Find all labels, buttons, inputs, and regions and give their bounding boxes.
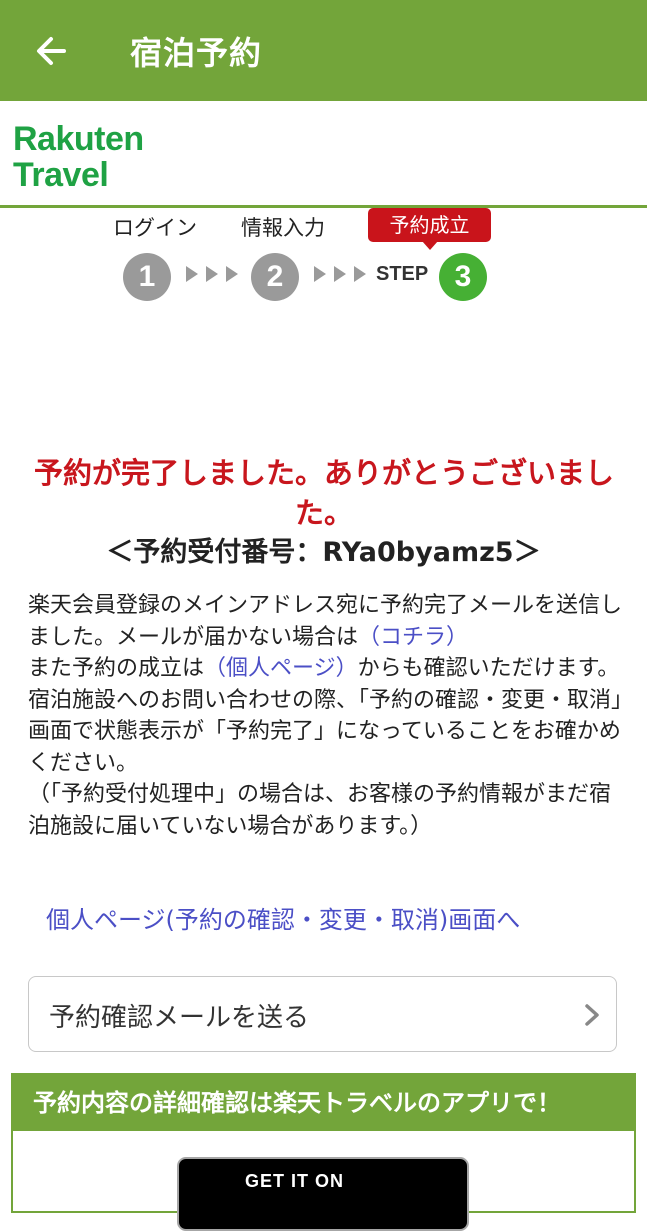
info-text-part: 宿泊施設へのお問い合わせの際、「予約の確認・変更・取消」画面で状態表示が「予約完… xyxy=(28,687,623,776)
mypage-reservation-link[interactable]: 個人ページ(予約の確認・変更・取消)画面へ xyxy=(46,900,520,935)
step-2-circle: 2 xyxy=(251,253,299,301)
step-arrows-icon xyxy=(186,266,238,282)
kochira-link[interactable]: （コチラ） xyxy=(358,625,468,650)
step-1-circle: 1 xyxy=(123,253,171,301)
info-text-part: 楽天会員登録のメインアドレス宛に予約完了メールを送信しました。メールが届かない場… xyxy=(28,593,623,650)
info-text-part: からも確認いただけます。 xyxy=(357,656,620,681)
app-promo-header: 予約内容の詳細確認は楽天トラベルのアプリで！ xyxy=(13,1075,634,1131)
info-text-part: また予約の成立は xyxy=(28,656,205,681)
rakuten-travel-logo: Rakuten Travel xyxy=(13,121,144,193)
play-badge-text: GET IT ON xyxy=(245,1171,344,1191)
reservation-number: ＜予約受付番号：RYa0byamz5＞ xyxy=(106,537,541,568)
google-play-badge[interactable]: GET IT ON xyxy=(177,1157,469,1231)
mypage-inline-link[interactable]: （個人ページ） xyxy=(204,656,358,681)
app-promo-box: 予約内容の詳細確認は楽天トラベルのアプリで！ GET IT ON xyxy=(11,1073,636,1231)
back-arrow-icon[interactable] xyxy=(34,34,68,68)
step-arrows-icon xyxy=(314,266,366,282)
step-3-circle: 3 xyxy=(439,253,487,301)
chevron-right-icon xyxy=(585,1004,599,1026)
send-confirmation-mail-button[interactable]: 予約確認メールを送る xyxy=(28,976,617,1052)
info-text-part: （「予約受付処理中」の場合は、お客様の予約情報がまだ宿泊施設に届いていない場合が… xyxy=(28,782,612,839)
info-text: 楽天会員登録のメインアドレス宛に予約完了メールを送信しました。メールが届かない場… xyxy=(28,590,628,842)
step-label-info-input: 情報入力 xyxy=(241,216,325,240)
page-title: 宿泊予約 xyxy=(130,34,263,72)
logo-line-1: Rakuten xyxy=(13,120,144,158)
step-label-reservation-complete: 予約成立 xyxy=(368,208,491,250)
logo-line-2: Travel xyxy=(13,156,109,194)
send-mail-label: 予約確認メールを送る xyxy=(49,1003,310,1033)
reservation-complete-message: 予約が完了しました。ありがとうございました。 xyxy=(33,456,614,530)
app-bar: 宿泊予約 xyxy=(0,0,647,101)
brand-divider xyxy=(0,205,647,208)
step-word: STEP xyxy=(376,263,429,285)
step-label-login: ログイン xyxy=(113,216,197,240)
